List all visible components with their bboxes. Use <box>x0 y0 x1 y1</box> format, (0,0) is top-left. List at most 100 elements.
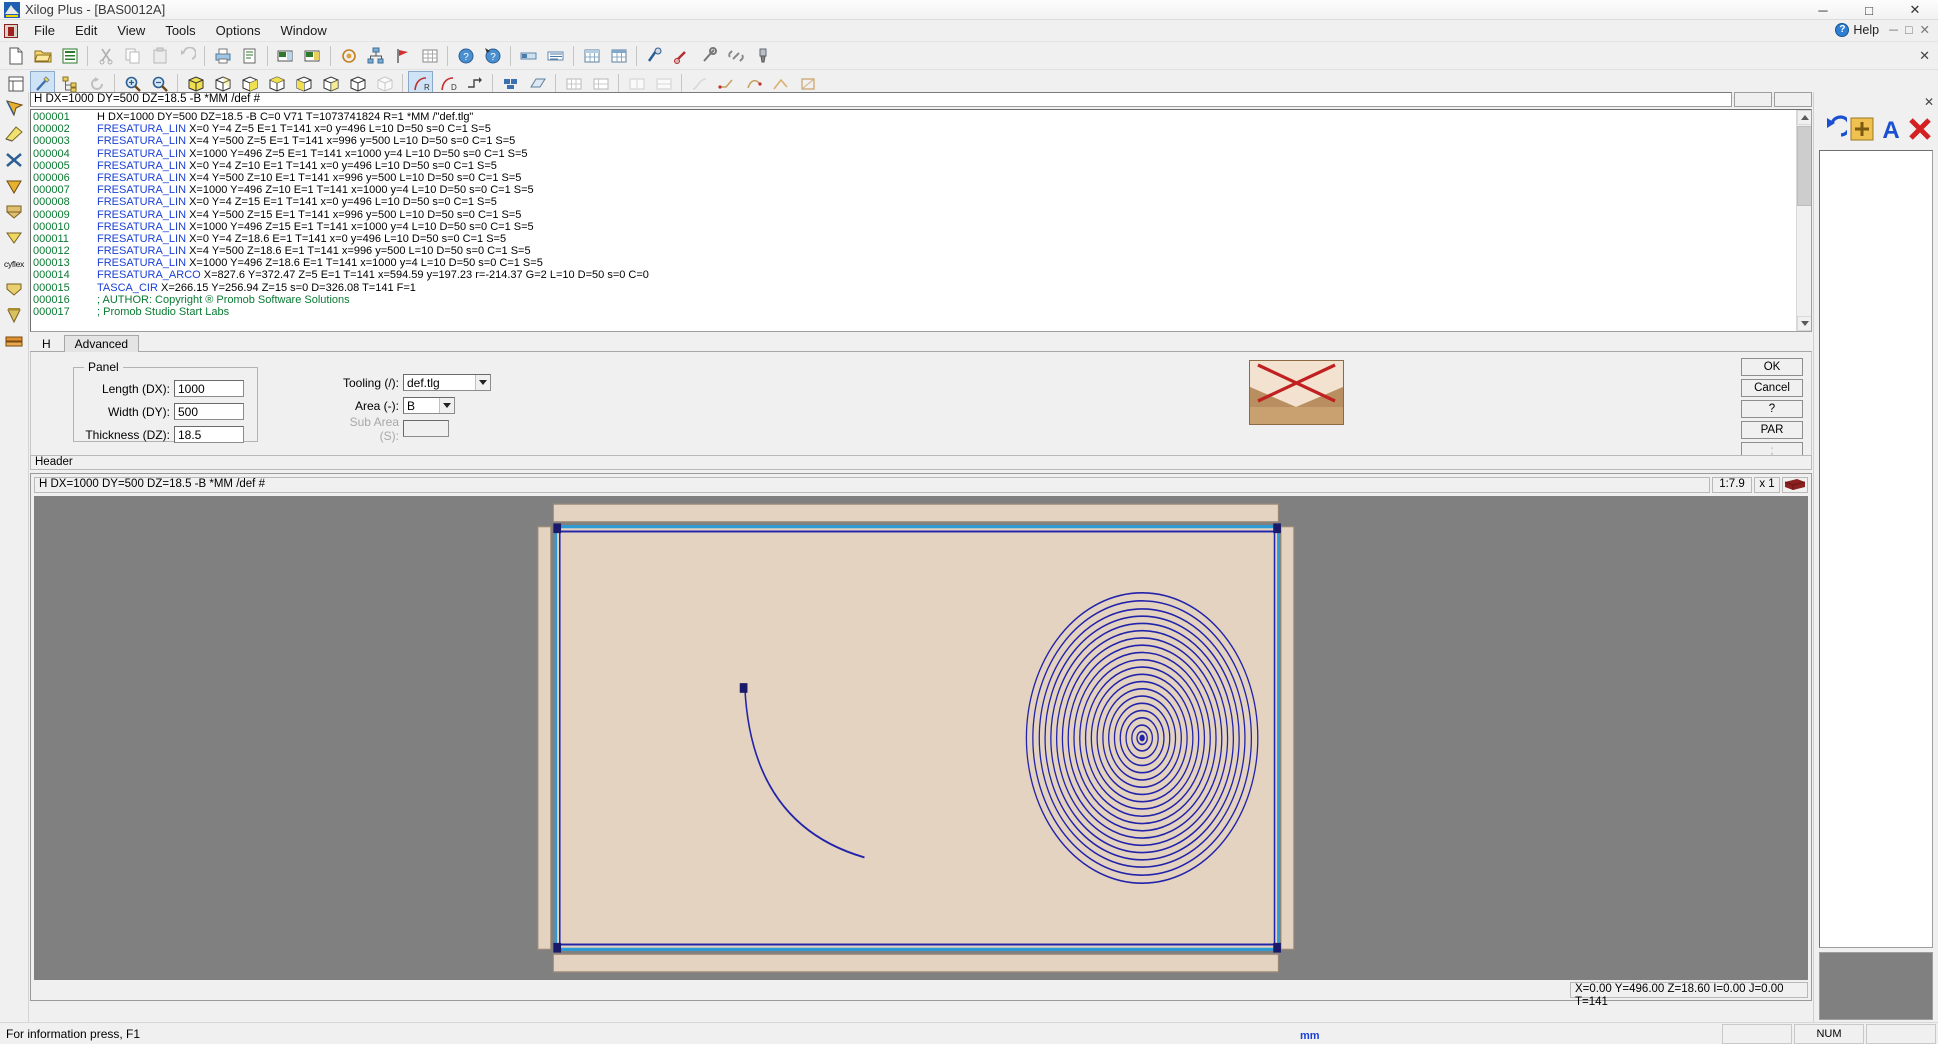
code-line[interactable]: 000016 ; AUTHOR: Copyright ® Promob Softw… <box>33 294 1796 306</box>
scroll-up-button[interactable] <box>1797 110 1811 125</box>
ok-button[interactable]: OK <box>1741 358 1803 376</box>
open-folder-icon[interactable] <box>30 43 55 68</box>
code-vertical-scrollbar[interactable] <box>1796 110 1811 331</box>
tooling-combo[interactable]: def.tlg <box>403 374 491 391</box>
menu-item-window[interactable]: Window <box>270 21 336 40</box>
thickness-input[interactable]: 18.5 <box>174 426 244 443</box>
code-line[interactable]: 000015 TASCA_CIR X=266.15 Y=256.94 Z=15 s… <box>33 282 1796 294</box>
child-minimize-button[interactable]: ─ <box>1889 23 1898 37</box>
stack-icon[interactable] <box>2 329 27 354</box>
delete-x-icon[interactable] <box>1906 115 1934 143</box>
pocket-icon[interactable] <box>2 277 27 302</box>
document-control-icon[interactable] <box>4 23 18 38</box>
code-listing[interactable]: 000001 H DX=1000 DY=500 DZ=18.5 -B C=0 V7… <box>30 109 1812 332</box>
area-dropdown-button[interactable] <box>439 398 454 413</box>
undo-arrow-icon[interactable] <box>1819 115 1847 143</box>
code-line[interactable]: 000004 FRESATURA_LIN X=1000 Y=496 Z=5 E=1… <box>33 148 1796 160</box>
code-line[interactable]: 000014 FRESATURA_ARCO X=827.6 Y=372.47 Z=… <box>33 269 1796 281</box>
header-box-2[interactable] <box>1774 92 1812 107</box>
help-arrow-icon[interactable]: ? <box>480 43 505 68</box>
code-line[interactable]: 000009 FRESATURA_LIN X=4 Y=500 Z=15 E=1 T… <box>33 209 1796 221</box>
add-plus-icon[interactable] <box>1848 115 1876 143</box>
help-icon[interactable]: ? <box>453 43 478 68</box>
save-icon[interactable] <box>57 43 82 68</box>
menu-item-options[interactable]: Options <box>206 21 271 40</box>
code-line[interactable]: 000005 FRESATURA_LIN X=0 Y=4 Z=10 E=1 T=1… <box>33 160 1796 172</box>
drill-icon[interactable] <box>2 303 27 328</box>
bar1-icon[interactable] <box>516 43 541 68</box>
child-close-button[interactable]: ✕ <box>1920 22 1930 37</box>
chain-icon[interactable] <box>723 43 748 68</box>
viewport-multiplier[interactable]: x 1 <box>1754 477 1780 493</box>
code-line[interactable]: 000007 FRESATURA_LIN X=1000 Y=496 Z=10 E=… <box>33 184 1796 196</box>
code-line[interactable]: 000001 H DX=1000 DY=500 DZ=18.5 -B C=0 V7… <box>33 111 1796 123</box>
shape-tool-icon[interactable] <box>2 199 27 224</box>
copy-icon[interactable] <box>120 43 145 68</box>
toolbar-close-icon[interactable]: ✕ <box>1915 48 1934 64</box>
child-maximize-button[interactable]: □ <box>1905 23 1913 37</box>
maximize-button[interactable]: □ <box>1846 0 1892 20</box>
target-icon[interactable] <box>336 43 361 68</box>
code-line[interactable]: 000013 FRESATURA_LIN X=1000 Y=496 Z=18.6 … <box>33 257 1796 269</box>
width-input[interactable]: 500 <box>174 403 244 420</box>
new-file-icon[interactable] <box>3 43 28 68</box>
wrench-icon[interactable] <box>696 43 721 68</box>
table1-icon[interactable] <box>579 43 604 68</box>
scroll-down-button[interactable] <box>1797 316 1811 331</box>
print-icon[interactable] <box>210 43 235 68</box>
code-line[interactable]: 000002 FRESATURA_LIN X=0 Y=4 Z=5 E=1 T=14… <box>33 123 1796 135</box>
length-input[interactable]: 1000 <box>174 380 244 397</box>
machine2-icon[interactable] <box>300 43 325 68</box>
bar2-icon[interactable] <box>543 43 568 68</box>
canvas-area[interactable] <box>34 496 1808 980</box>
right-panel-close-icon[interactable]: ✕ <box>1924 95 1934 109</box>
minimize-button[interactable]: ─ <box>1800 0 1846 20</box>
panel-3d-icon[interactable] <box>1782 477 1808 493</box>
code-line[interactable]: 000006 FRESATURA_LIN X=4 Y=500 Z=10 E=1 T… <box>33 172 1796 184</box>
cross-tool-icon[interactable] <box>2 147 27 172</box>
arrow-down-icon[interactable] <box>2 173 27 198</box>
text-a-icon[interactable]: A <box>1877 115 1905 143</box>
grid-icon[interactable] <box>417 43 442 68</box>
cyflex-label[interactable]: cyflex <box>2 251 27 276</box>
tool1-icon[interactable] <box>642 43 667 68</box>
code-line[interactable]: 000003 FRESATURA_LIN X=4 Y=500 Z=5 E=1 T=… <box>33 135 1796 147</box>
tab-h[interactable]: H <box>34 336 63 352</box>
code-line[interactable]: 000008 FRESATURA_LIN X=0 Y=4 Z=15 E=1 T=1… <box>33 196 1796 208</box>
code-line[interactable]: 000010 FRESATURA_LIN X=1000 Y=496 Z=15 E=… <box>33 221 1796 233</box>
network-icon[interactable] <box>363 43 388 68</box>
par-button[interactable]: PAR <box>1741 421 1803 439</box>
flag-icon[interactable] <box>390 43 415 68</box>
machine1-icon[interactable] <box>273 43 298 68</box>
scroll-thumb[interactable] <box>1797 126 1811 206</box>
edge-tool-icon[interactable] <box>2 121 27 146</box>
width-field-row: Width (DY): 500 <box>74 401 249 422</box>
tab-advanced[interactable]: Advanced <box>63 335 140 352</box>
paste-icon[interactable] <box>147 43 172 68</box>
tool2-icon[interactable] <box>669 43 694 68</box>
menu-item-tools[interactable]: Tools <box>155 21 205 40</box>
viewport-scale[interactable]: 1:7.9 <box>1712 477 1752 493</box>
close-button[interactable]: ✕ <box>1892 0 1938 20</box>
menu-item-edit[interactable]: Edit <box>65 21 107 40</box>
cancel-button[interactable]: Cancel <box>1741 379 1803 397</box>
cut-icon[interactable] <box>93 43 118 68</box>
area-combo[interactable]: B <box>403 397 455 414</box>
code-line[interactable]: 000011 FRESATURA_LIN X=0 Y=4 Z=18.6 E=1 T… <box>33 233 1796 245</box>
header-box-1[interactable] <box>1734 92 1772 107</box>
table2-icon[interactable] <box>606 43 631 68</box>
help-menu-group[interactable]: Help ─ □ ✕ <box>1835 22 1930 38</box>
header-input[interactable]: H DX=1000 DY=500 DZ=18.5 -B *MM /def # <box>30 92 1732 107</box>
spindle-icon[interactable] <box>750 43 775 68</box>
undo-icon[interactable] <box>174 43 199 68</box>
menu-item-file[interactable]: File <box>24 21 65 40</box>
v-shape-icon[interactable] <box>2 225 27 250</box>
menu-item-view[interactable]: View <box>107 21 155 40</box>
right-panel-list[interactable] <box>1819 150 1933 948</box>
help-question-button[interactable]: ? <box>1741 400 1803 418</box>
select-arrow-icon[interactable] <box>2 95 27 120</box>
code-line[interactable]: 000017 ; Promob Studio Start Labs <box>33 306 1796 318</box>
tooling-dropdown-button[interactable] <box>475 375 490 390</box>
preview-icon[interactable] <box>237 43 262 68</box>
code-line[interactable]: 000012 FRESATURA_LIN X=4 Y=500 Z=18.6 E=1… <box>33 245 1796 257</box>
